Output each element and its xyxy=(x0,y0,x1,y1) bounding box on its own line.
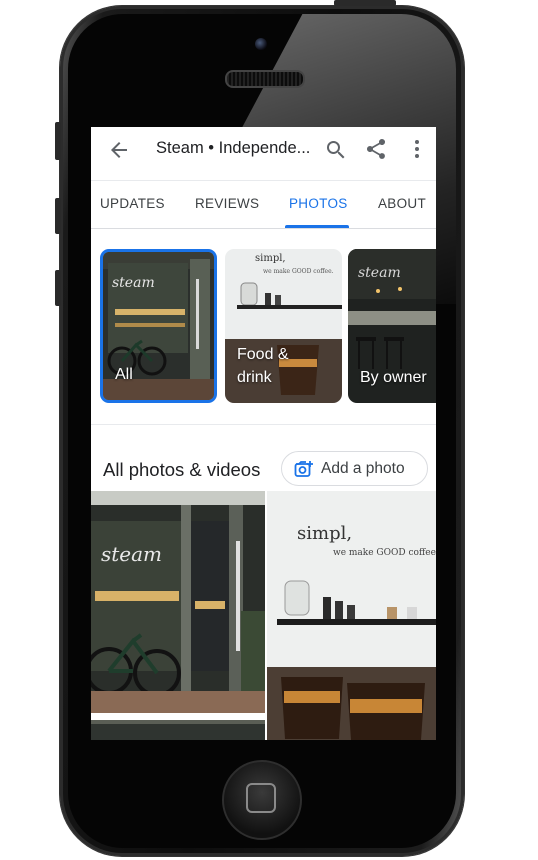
tab-about[interactable]: ABOUT xyxy=(378,196,426,211)
share-icon[interactable] xyxy=(364,137,388,166)
active-tab-indicator xyxy=(285,225,349,228)
photo-storefront-image: steam xyxy=(91,491,265,718)
category-by-owner-label: By owner xyxy=(360,369,427,386)
tab-updates[interactable]: UPDATES xyxy=(100,196,165,211)
earpiece-speaker xyxy=(225,70,305,88)
add-photo-button[interactable]: Add a photo xyxy=(281,451,428,486)
add-photo-label: Add a photo xyxy=(321,460,405,477)
svg-text:simpl,: simpl, xyxy=(255,253,286,264)
wall-text-line1: simpl, xyxy=(297,523,352,544)
photo-next-row[interactable] xyxy=(91,720,265,740)
top-app-bar: Steam • Independe... xyxy=(91,127,436,172)
search-icon[interactable] xyxy=(324,138,348,167)
svg-text:steam: steam xyxy=(358,265,401,281)
power-button xyxy=(334,0,396,6)
section-divider xyxy=(91,424,436,425)
back-arrow-icon[interactable] xyxy=(107,138,131,167)
add-photo-camera-icon xyxy=(294,460,314,483)
tab-bar: UPDATES REVIEWS PHOTOS ABOUT xyxy=(91,182,436,229)
category-all-label: All xyxy=(115,366,133,383)
page-title: Steam • Independe... xyxy=(156,139,311,157)
category-all[interactable]: steam All xyxy=(100,249,217,403)
more-vert-icon[interactable] xyxy=(405,137,429,166)
tab-reviews[interactable]: REVIEWS xyxy=(195,196,259,211)
volume-down-button xyxy=(55,270,61,306)
category-food-drink-label-line2: drink xyxy=(237,369,272,386)
app-bar-divider xyxy=(91,180,436,181)
app-screen: Steam • Independe... UPDATES REVIEWS PHO… xyxy=(91,127,436,740)
all-photos-heading: All photos & videos xyxy=(103,459,261,480)
volume-up-button xyxy=(55,198,61,234)
category-food-drink-label-line1: Food & xyxy=(237,346,289,363)
photo-storefront[interactable]: steam xyxy=(91,491,265,718)
category-by-owner[interactable]: steam By owner xyxy=(348,249,436,403)
tab-photos[interactable]: PHOTOS xyxy=(289,196,348,211)
photo-next-row-image xyxy=(91,720,265,740)
svg-text:we make GOOD coffee.: we make GOOD coffee. xyxy=(263,268,334,275)
home-square-icon xyxy=(246,783,276,813)
photo-coffee[interactable]: simpl, we make GOOD coffee. xyxy=(267,491,436,740)
front-camera xyxy=(255,38,267,50)
mute-switch xyxy=(55,122,61,160)
svg-text:steam: steam xyxy=(101,542,162,566)
svg-text:steam: steam xyxy=(112,275,155,291)
category-food-drink-label: Food & drink xyxy=(237,343,289,389)
wall-text-line2: we make GOOD coffee. xyxy=(333,548,436,558)
category-food-drink[interactable]: simpl, we make GOOD coffee. Food & drink xyxy=(225,249,342,403)
photo-coffee-image: simpl, we make GOOD coffee. xyxy=(267,491,436,740)
